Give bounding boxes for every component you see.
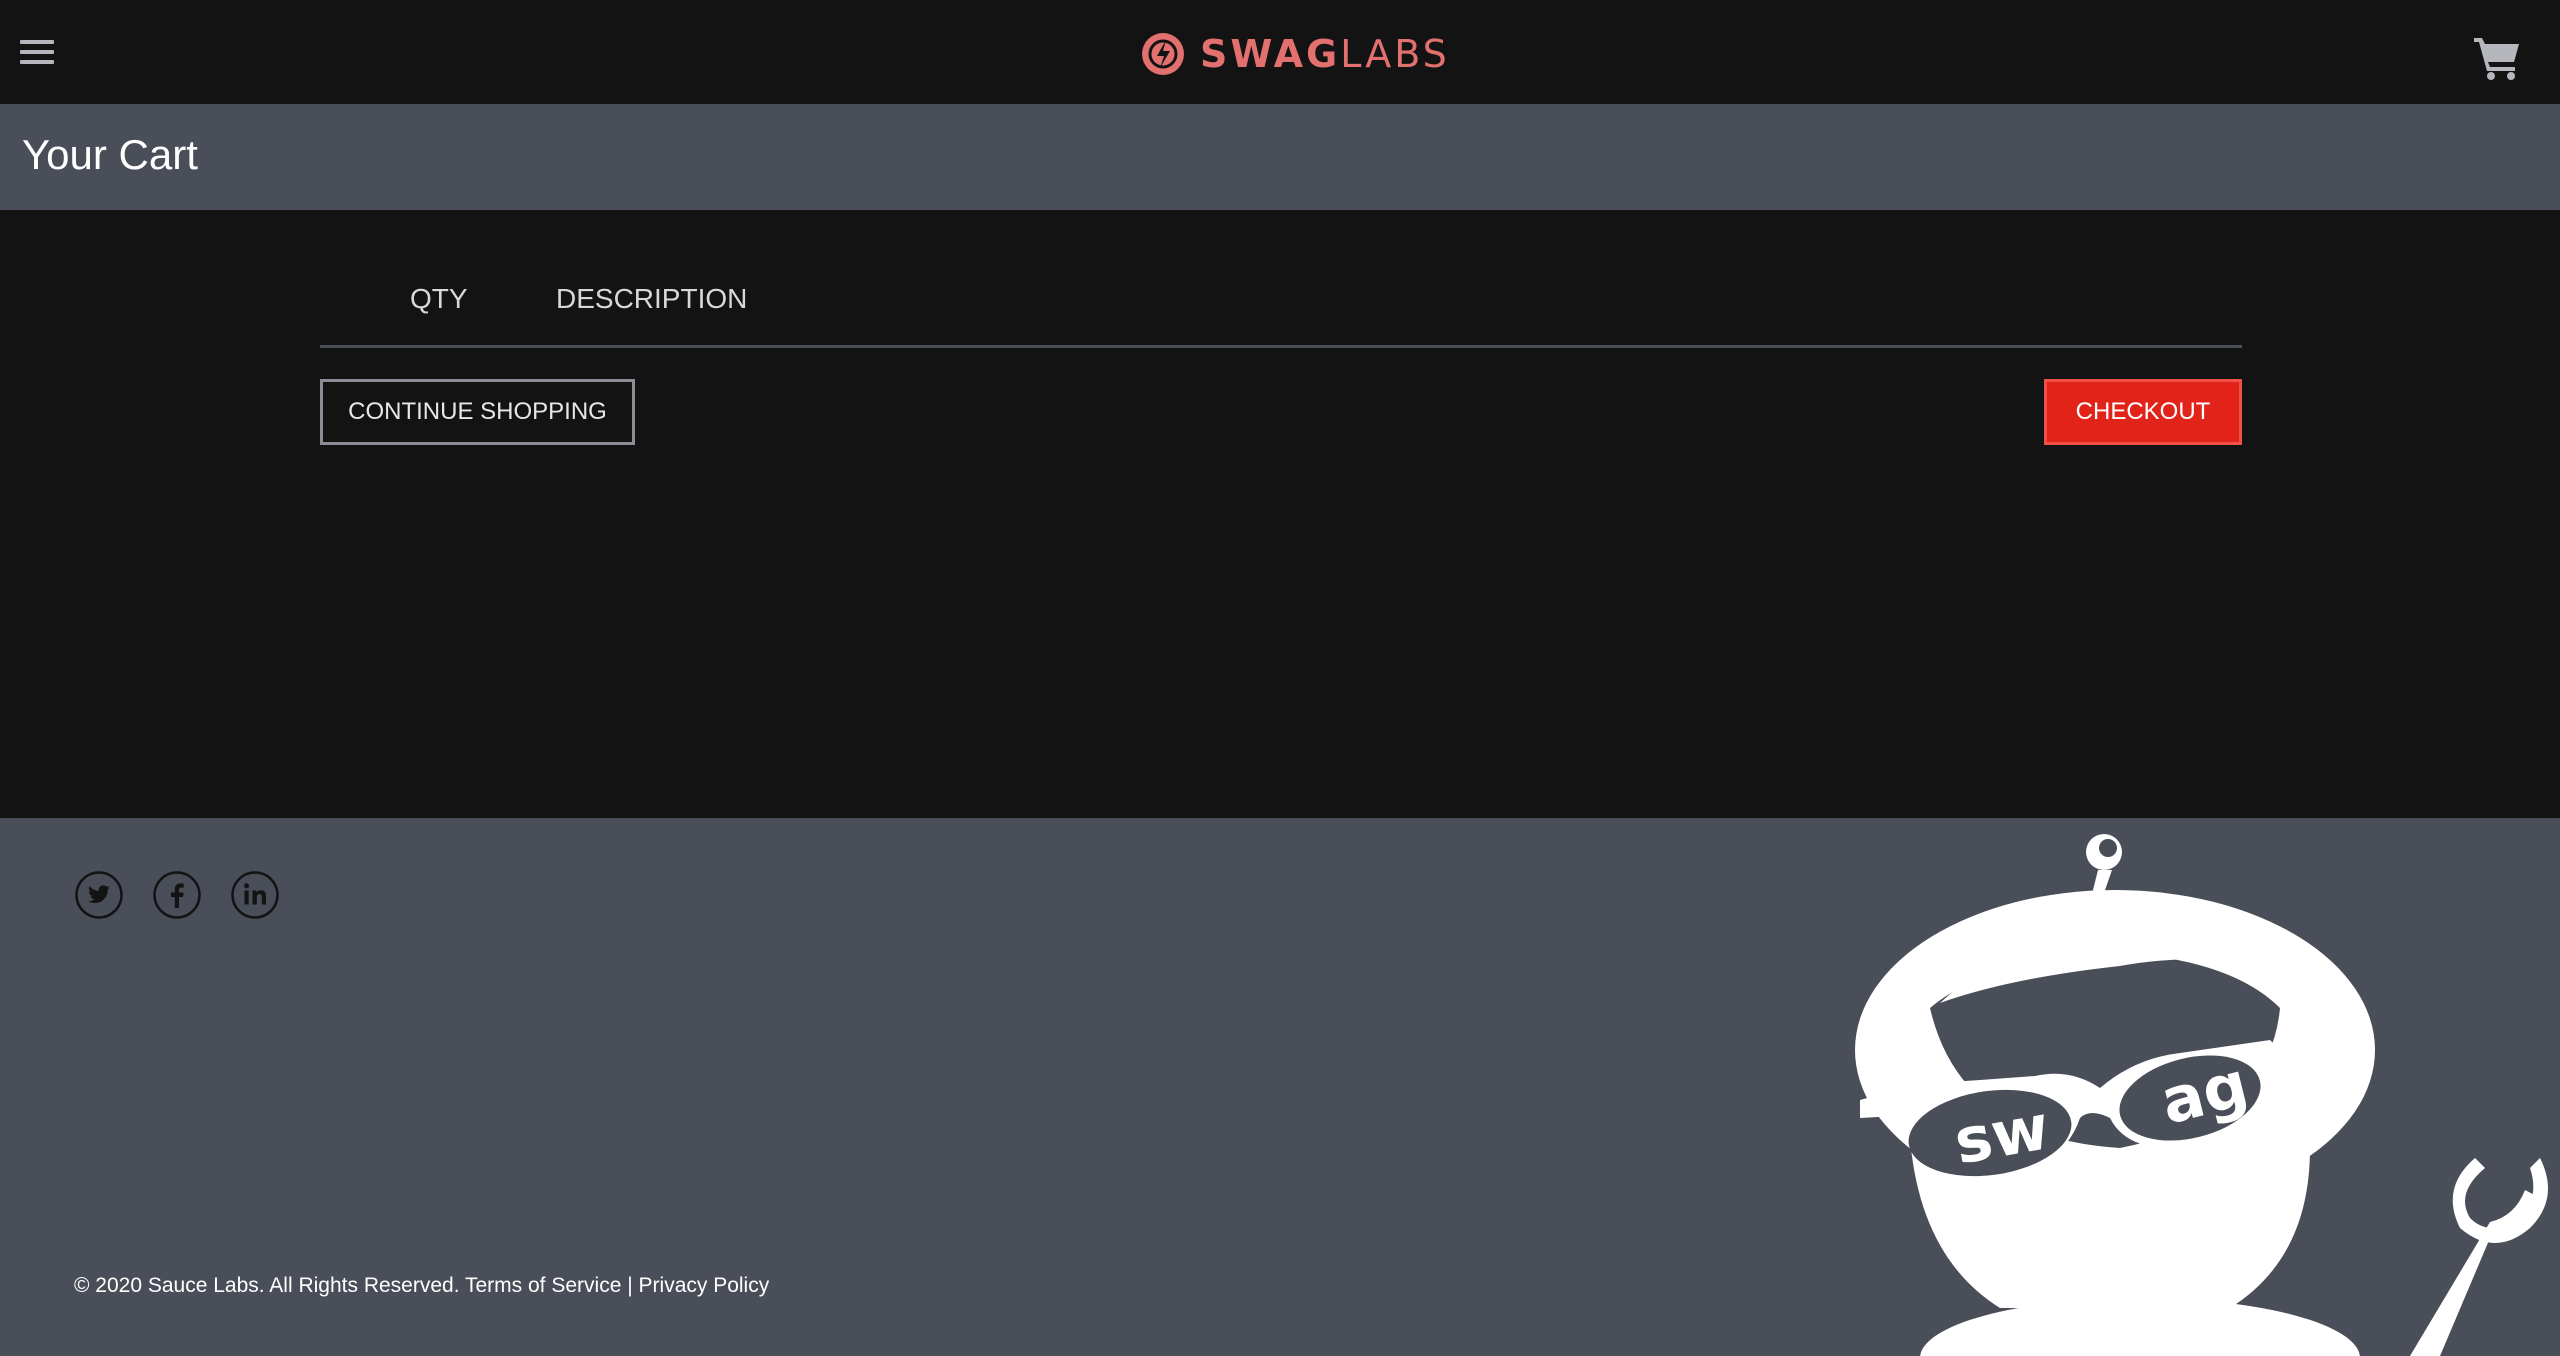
logo-text-light: LABS [1340, 32, 1450, 76]
twitter-icon[interactable] [74, 870, 124, 920]
menu-line [20, 60, 54, 64]
cart-description-header: DESCRIPTION [556, 283, 748, 314]
cart-divider [320, 345, 2242, 348]
terms-of-service-link[interactable]: Terms of Service [465, 1274, 621, 1297]
swag-bot-mascot-image: sw ag [1855, 834, 2548, 1356]
secondary-header: Your Cart [0, 104, 2560, 210]
footer-separator: | [627, 1274, 633, 1297]
logo-text-bold: SWAG [1200, 32, 1341, 76]
app-logo: SWAG LABS [1140, 30, 1450, 78]
page-title: Your Cart [22, 131, 198, 178]
menu-line [20, 50, 54, 54]
hamburger-menu-icon[interactable] [20, 40, 54, 68]
swag-logo-icon [1142, 33, 1184, 75]
privacy-policy-link[interactable]: Privacy Policy [639, 1274, 770, 1297]
footer-copyright: © 2020 Sauce Labs. All Rights Reserved. … [74, 1274, 769, 1298]
menu-line [20, 40, 54, 44]
linkedin-icon[interactable] [230, 870, 280, 920]
facebook-icon[interactable] [152, 870, 202, 920]
footer: © 2020 Sauce Labs. All Rights Reserved. … [0, 818, 2560, 1356]
header: SWAG LABS [0, 0, 2560, 104]
cart-qty-header: QTY [410, 283, 468, 314]
continue-shopping-button[interactable]: CONTINUE SHOPPING [320, 379, 635, 445]
shopping-cart-icon[interactable] [2472, 34, 2522, 80]
copyright-text: © 2020 Sauce Labs. All Rights Reserved. [74, 1274, 460, 1297]
checkout-button[interactable]: CHECKOUT [2044, 379, 2242, 445]
